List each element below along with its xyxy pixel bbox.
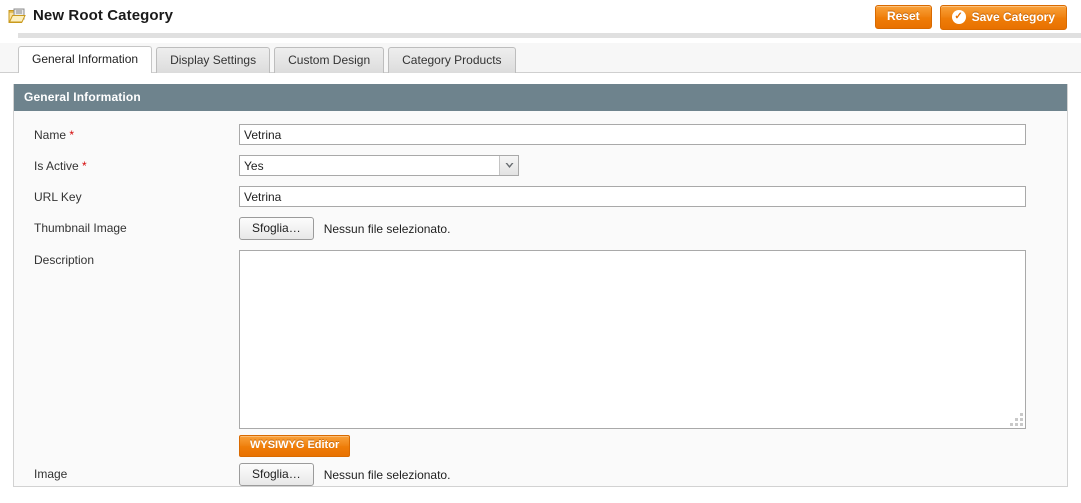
is-active-select-wrap: Yes: [239, 155, 519, 176]
tab-list: General Information Display Settings Cus…: [18, 46, 516, 74]
description-label-text: Description: [34, 253, 95, 267]
tab-general-information[interactable]: General Information: [18, 46, 153, 74]
general-information-panel: General Information Name * Is Active * Y…: [13, 84, 1068, 487]
is-active-label: Is Active *: [34, 155, 239, 174]
image-file-row: Sfoglia… Nessun file selezionato.: [239, 463, 1067, 486]
thumbnail-file-status: Nessun file selezionato.: [323, 221, 451, 236]
name-required-marker: *: [69, 128, 75, 142]
reset-button-label: Reset: [886, 9, 920, 23]
url-key-label: URL Key: [34, 186, 239, 205]
page-title: New Root Category: [33, 7, 174, 24]
thumbnail-browse-button[interactable]: Sfoglia…: [239, 217, 314, 240]
panel-heading: General Information: [14, 84, 1067, 111]
url-key-control: [239, 186, 1067, 207]
tab-label: Display Settings: [170, 53, 257, 67]
page-header: New Root Category Reset ✓ Save Category: [0, 0, 1081, 38]
page-title-group: New Root Category: [8, 7, 173, 24]
image-browse-button[interactable]: Sfoglia…: [239, 463, 314, 486]
tab-label: Category Products: [402, 53, 502, 67]
tab-bar: General Information Display Settings Cus…: [0, 43, 1081, 74]
field-row-url-key: URL Key: [14, 186, 1067, 207]
name-label: Name *: [34, 124, 239, 143]
name-label-text: Name: [34, 128, 67, 142]
thumbnail-image-control: Sfoglia… Nessun file selezionato.: [239, 217, 1067, 240]
field-row-image: Image Sfoglia… Nessun file selezionato.: [14, 463, 1067, 486]
tab-label: Custom Design: [288, 53, 371, 67]
is-active-select[interactable]: Yes: [239, 155, 519, 176]
header-actions: Reset ✓ Save Category: [874, 5, 1067, 30]
save-category-button[interactable]: ✓ Save Category: [939, 5, 1067, 30]
tab-display-settings[interactable]: Display Settings: [156, 47, 271, 73]
folder-category-icon: [8, 8, 26, 24]
is-active-required-marker: *: [82, 159, 87, 173]
is-active-control: Yes: [239, 155, 1067, 176]
save-category-button-label: Save Category: [971, 9, 1055, 24]
check-circle-icon: ✓: [951, 10, 966, 24]
description-control: WYSIWYG Editor: [239, 250, 1067, 457]
tab-custom-design[interactable]: Custom Design: [274, 47, 385, 73]
image-label-text: Image: [34, 467, 68, 481]
url-key-input[interactable]: [239, 186, 1026, 207]
thumbnail-image-label: Thumbnail Image: [34, 217, 239, 236]
description-label: Description: [34, 250, 239, 268]
tab-category-products[interactable]: Category Products: [388, 47, 516, 73]
url-key-label-text: URL Key: [34, 190, 82, 204]
is-active-label-text: Is Active: [34, 159, 79, 173]
image-label: Image: [34, 463, 239, 482]
reset-button[interactable]: Reset: [874, 5, 932, 29]
thumbnail-image-label-text: Thumbnail Image: [34, 221, 127, 235]
description-textarea[interactable]: [239, 250, 1026, 429]
field-row-thumbnail-image: Thumbnail Image Sfoglia… Nessun file sel…: [14, 217, 1067, 240]
field-row-is-active: Is Active * Yes: [14, 155, 1067, 176]
image-file-status: Nessun file selezionato.: [323, 467, 451, 482]
thumbnail-file-row: Sfoglia… Nessun file selezionato.: [239, 217, 1067, 240]
field-row-name: Name *: [14, 124, 1067, 145]
panel-body: Name * Is Active * Yes: [14, 111, 1067, 486]
name-input[interactable]: [239, 124, 1026, 145]
image-control: Sfoglia… Nessun file selezionato.: [239, 463, 1067, 486]
field-row-description: Description WYSIWYG Editor: [14, 250, 1067, 457]
tab-label: General Information: [32, 52, 139, 66]
header-divider: [18, 33, 1081, 38]
wysiwyg-editor-button[interactable]: WYSIWYG Editor: [239, 435, 351, 457]
description-textarea-wrap: [239, 250, 1026, 429]
name-control: [239, 124, 1067, 145]
